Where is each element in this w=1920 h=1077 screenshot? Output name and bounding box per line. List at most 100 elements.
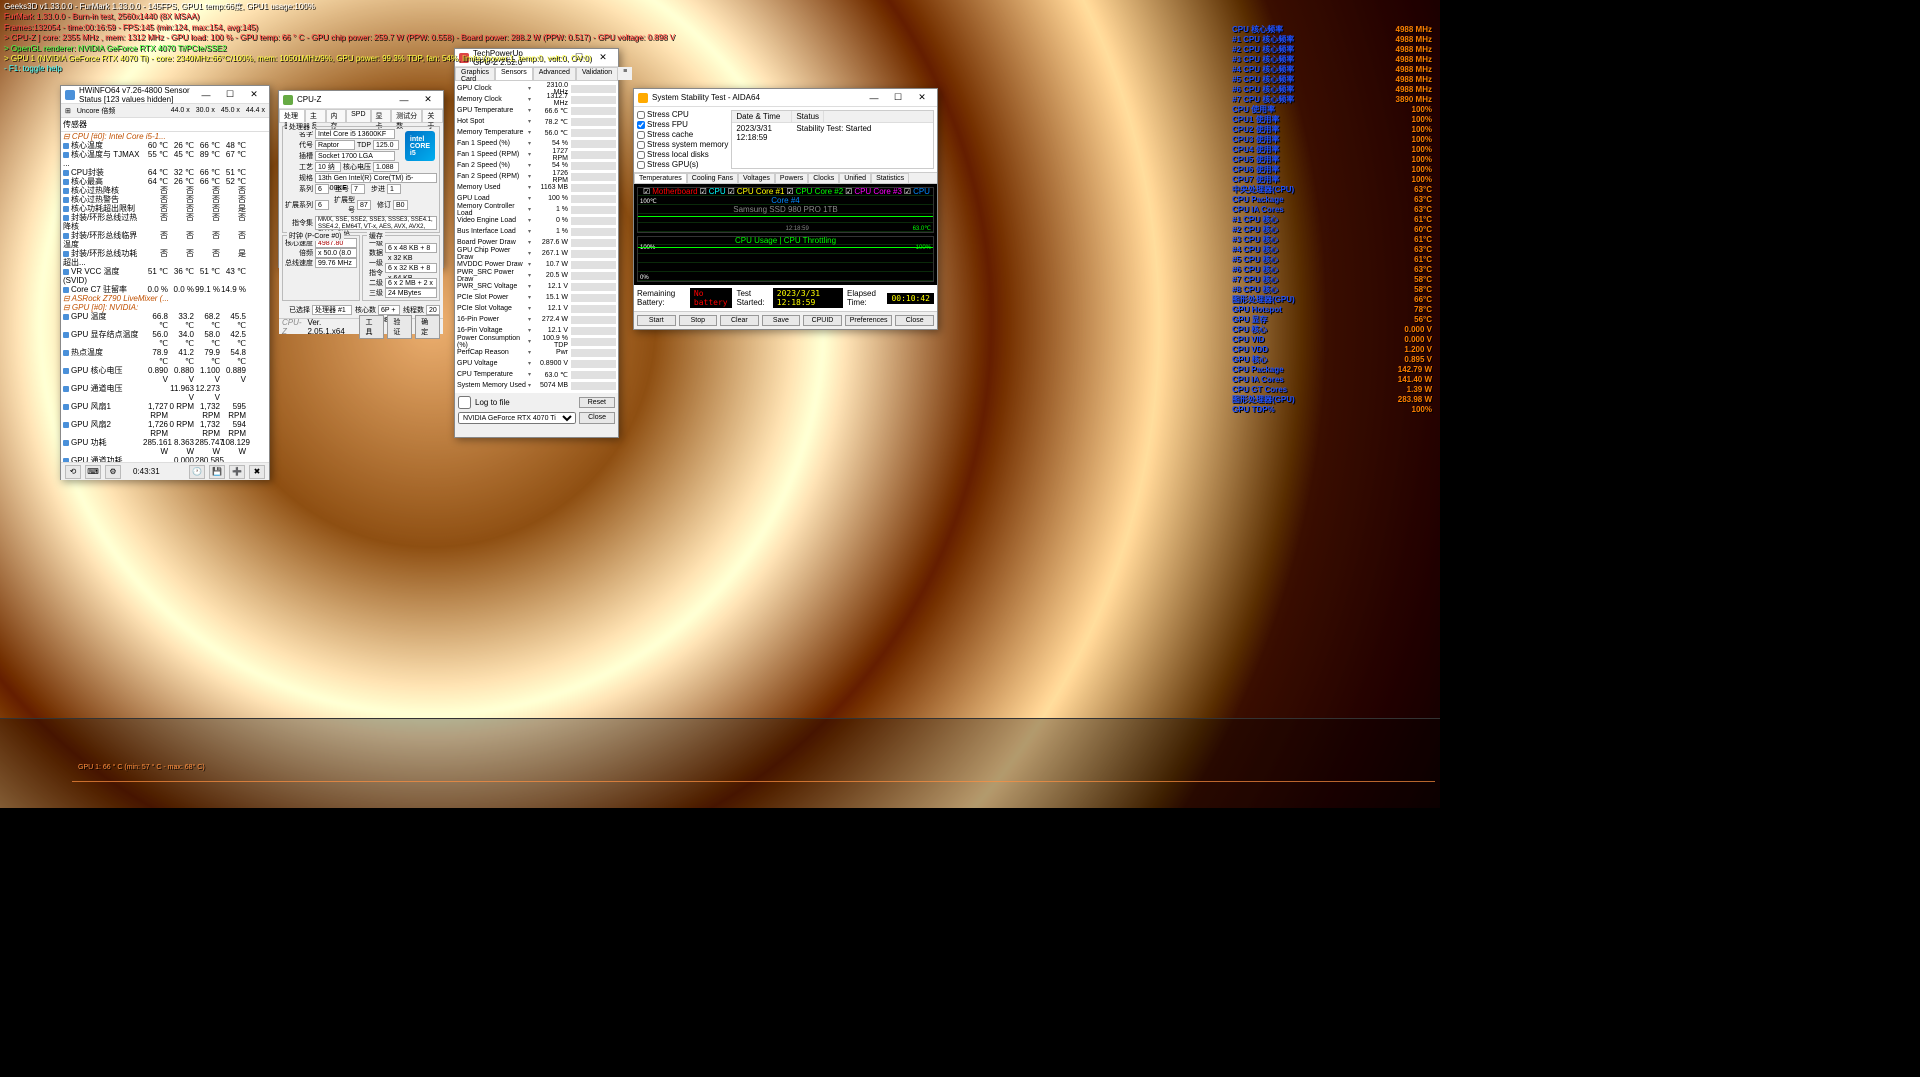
aida-titlebar[interactable]: System Stability Test - AIDA64 — ☐ ✕ [634, 89, 937, 107]
tab-spd[interactable]: SPD [346, 109, 370, 122]
sensor-row[interactable]: Core C7 驻留率0.0 %0.0 %99.1 %14.9 % [61, 285, 269, 294]
stress-checkbox[interactable]: Stress system memory [637, 140, 728, 149]
hwinfo-btn1[interactable]: ⟲ [65, 465, 81, 479]
sensor-row[interactable]: 核心功耗超出限制否否否是 [61, 204, 269, 213]
tab-clocks[interactable]: Clocks [808, 173, 839, 183]
dropdown-icon[interactable]: ▾ [528, 316, 534, 323]
dropdown-icon[interactable]: ▾ [528, 96, 534, 103]
gpuz-sensor-row[interactable]: Hot Spot▾78.2 ℃ [457, 116, 616, 127]
stress-checkbox[interactable]: Stress FPU [637, 120, 728, 129]
close-button[interactable]: Close [579, 412, 615, 424]
tools-button[interactable]: 工具 [359, 315, 384, 339]
dropdown-icon[interactable]: ▾ [528, 195, 534, 202]
sensor-row[interactable]: 封装/环形总线功耗超出...否否否是 [61, 249, 269, 267]
dropdown-icon[interactable]: ▾ [528, 239, 534, 246]
hwinfo-btn3[interactable]: ⚙ [105, 465, 121, 479]
dropdown-icon[interactable]: ▾ [528, 338, 534, 345]
tab-temperatures[interactable]: Temperatures [634, 173, 687, 183]
preferences-button[interactable]: Preferences [845, 315, 893, 326]
dropdown-icon[interactable]: ▾ [528, 206, 534, 213]
save-button[interactable]: Save [762, 315, 801, 326]
start-button[interactable]: Start [637, 315, 676, 326]
dropdown-icon[interactable]: ▾ [528, 327, 534, 334]
gpuz-sensor-row[interactable]: GPU Temperature▾66.6 ℃ [457, 105, 616, 116]
sensor-row[interactable]: CPU封装64 ℃32 ℃66 ℃51 ℃ [61, 168, 269, 177]
close-button[interactable]: ✕ [243, 88, 265, 102]
aida-window[interactable]: System Stability Test - AIDA64 — ☐ ✕ Str… [633, 88, 938, 330]
dropdown-icon[interactable]: ▾ [528, 305, 534, 312]
gpuz-sensor-row[interactable]: 16-Pin Power▾272.4 W [457, 314, 616, 325]
sensor-row[interactable]: VR VCC 温度 (SVID)51 ℃36 ℃51 ℃43 ℃ [61, 267, 269, 285]
tab-memory[interactable]: 内存 [326, 109, 347, 122]
stop-button[interactable]: Stop [679, 315, 718, 326]
device-select[interactable]: NVIDIA GeForce RTX 4070 Ti [458, 412, 576, 424]
gpuz-sensor-row[interactable]: PerfCap Reason▾Pwr [457, 347, 616, 358]
hwinfo-x-icon[interactable]: ✖ [249, 465, 265, 479]
dropdown-icon[interactable]: ▾ [528, 261, 534, 268]
sensor-row[interactable]: GPU 风扇11,727 RPM0 RPM1,732 RPM595 RPM [61, 402, 269, 420]
sensor-row[interactable]: GPU 功耗285.161 W8.363 W285.747 W108.129 W [61, 438, 269, 456]
dropdown-icon[interactable]: ▾ [528, 294, 534, 301]
clear-button[interactable]: Clear [720, 315, 759, 326]
gpuz-sensor-row[interactable]: Memory Used▾1163 MB [457, 182, 616, 193]
tab-bench[interactable]: 测试分数 [391, 109, 422, 122]
sensor-row[interactable]: 封装/环形总线临界温度否否否否 [61, 231, 269, 249]
sensor-row[interactable]: GPU 温度66.8 ℃33.2 ℃68.2 ℃45.5 ℃ [61, 312, 269, 330]
dropdown-icon[interactable]: ▾ [528, 272, 534, 279]
gpuz-sensor-row[interactable]: Fan 1 Speed (RPM)▾1727 RPM [457, 149, 616, 160]
gpuz-sensor-row[interactable]: PCIe Slot Power▾15.1 W [457, 292, 616, 303]
sensor-row[interactable]: 核心过热降核否否否否 [61, 186, 269, 195]
tab-mainboard[interactable]: 主板 [305, 109, 326, 122]
gpuz-sensor-row[interactable]: GPU Voltage▾0.8900 V [457, 358, 616, 369]
close-button[interactable]: ✕ [911, 91, 933, 105]
dropdown-icon[interactable]: ▾ [528, 217, 534, 224]
validate-button[interactable]: 验证 [387, 315, 412, 339]
cpuid-button[interactable]: CPUID [803, 315, 842, 326]
tab-unified[interactable]: Unified [839, 173, 871, 183]
gpuz-sensor-row[interactable]: Video Engine Load▾0 % [457, 215, 616, 226]
dropdown-icon[interactable]: ▾ [528, 250, 534, 257]
tab-statistics[interactable]: Statistics [871, 173, 909, 183]
close-button[interactable]: ✕ [417, 93, 439, 107]
minimize-button[interactable]: — [393, 93, 415, 107]
hwinfo-btn2[interactable]: ⌨ [85, 465, 101, 479]
tab-about[interactable]: 关于 [422, 109, 443, 122]
tab-cooling-fans[interactable]: Cooling Fans [687, 173, 738, 183]
hwinfo-clock-icon[interactable]: 🕐 [189, 465, 205, 479]
hwinfo-sensor-list[interactable]: ⊟ CPU [#0]: Intel Core i5-1...核心温度60 ℃26… [61, 132, 269, 462]
sensor-row[interactable]: 核心温度与 TJMAX ...55 ℃45 ℃89 ℃67 ℃ [61, 150, 269, 168]
hwinfo-add-icon[interactable]: ➕ [229, 465, 245, 479]
gpuz-sensor-row[interactable]: CPU Temperature▾63.0 ℃ [457, 369, 616, 380]
sensor-row[interactable]: GPU 通道功耗0.000 W280.585 W [61, 456, 269, 462]
log-to-file-checkbox[interactable] [458, 396, 471, 409]
gpuz-sensor-row[interactable]: GPU Chip Power Draw▾267.1 W [457, 248, 616, 259]
dropdown-icon[interactable]: ▾ [528, 118, 534, 125]
gpuz-sensor-row[interactable]: Bus Interface Load▾1 % [457, 226, 616, 237]
gpuz-sensor-row[interactable]: PWR_SRC Power Draw▾20.5 W [457, 270, 616, 281]
gpuz-sensor-row[interactable]: PCIe Slot Voltage▾12.1 V [457, 303, 616, 314]
cpuz-tabs[interactable]: 处理器 主板 内存 SPD 显卡 测试分数 关于 [279, 109, 443, 123]
minimize-button[interactable]: — [195, 88, 217, 102]
tab-graphics[interactable]: 显卡 [371, 109, 392, 122]
ok-button[interactable]: 确定 [415, 315, 440, 339]
sensor-row[interactable]: 核心温度60 ℃26 ℃66 ℃48 ℃ [61, 141, 269, 150]
sensor-row[interactable]: 核心最高64 ℃26 ℃66 ℃52 ℃ [61, 177, 269, 186]
gpuz-sensor-row[interactable]: Fan 2 Speed (RPM)▾1726 RPM [457, 171, 616, 182]
reset-button[interactable]: Reset [579, 397, 615, 408]
stress-checkbox[interactable]: Stress cache [637, 130, 728, 139]
minimize-button[interactable]: — [863, 91, 885, 105]
sensor-row[interactable]: GPU 通道电压11.963 V12.273 V [61, 384, 269, 402]
gpuz-window[interactable]: TechPowerUp GPU-Z 2.52.0 — ☐ ✕ Graphics … [454, 48, 619, 438]
sensor-row[interactable]: GPU 风扇21,726 RPM0 RPM1,732 RPM594 RPM [61, 420, 269, 438]
dropdown-icon[interactable]: ▾ [528, 360, 534, 367]
maximize-button[interactable]: ☐ [887, 91, 909, 105]
dropdown-icon[interactable]: ▾ [528, 349, 534, 356]
dropdown-icon[interactable]: ▾ [528, 382, 534, 389]
stress-checkbox[interactable]: Stress CPU [637, 110, 728, 119]
aida-tabs[interactable]: Temperatures Cooling Fans Voltages Power… [634, 172, 937, 184]
sensor-row[interactable]: GPU 显存结点温度56.0 ℃34.0 ℃58.0 ℃42.5 ℃ [61, 330, 269, 348]
hwinfo-window[interactable]: HWiNFO64 v7.26-4800 Sensor Status [123 v… [60, 85, 270, 480]
gpuz-sensor-row[interactable]: Memory Clock▾1312.7 MHz [457, 94, 616, 105]
sensor-row[interactable]: GPU 核心电压0.890 V0.880 V1.100 V0.889 V [61, 366, 269, 384]
dropdown-icon[interactable]: ▾ [528, 283, 534, 290]
